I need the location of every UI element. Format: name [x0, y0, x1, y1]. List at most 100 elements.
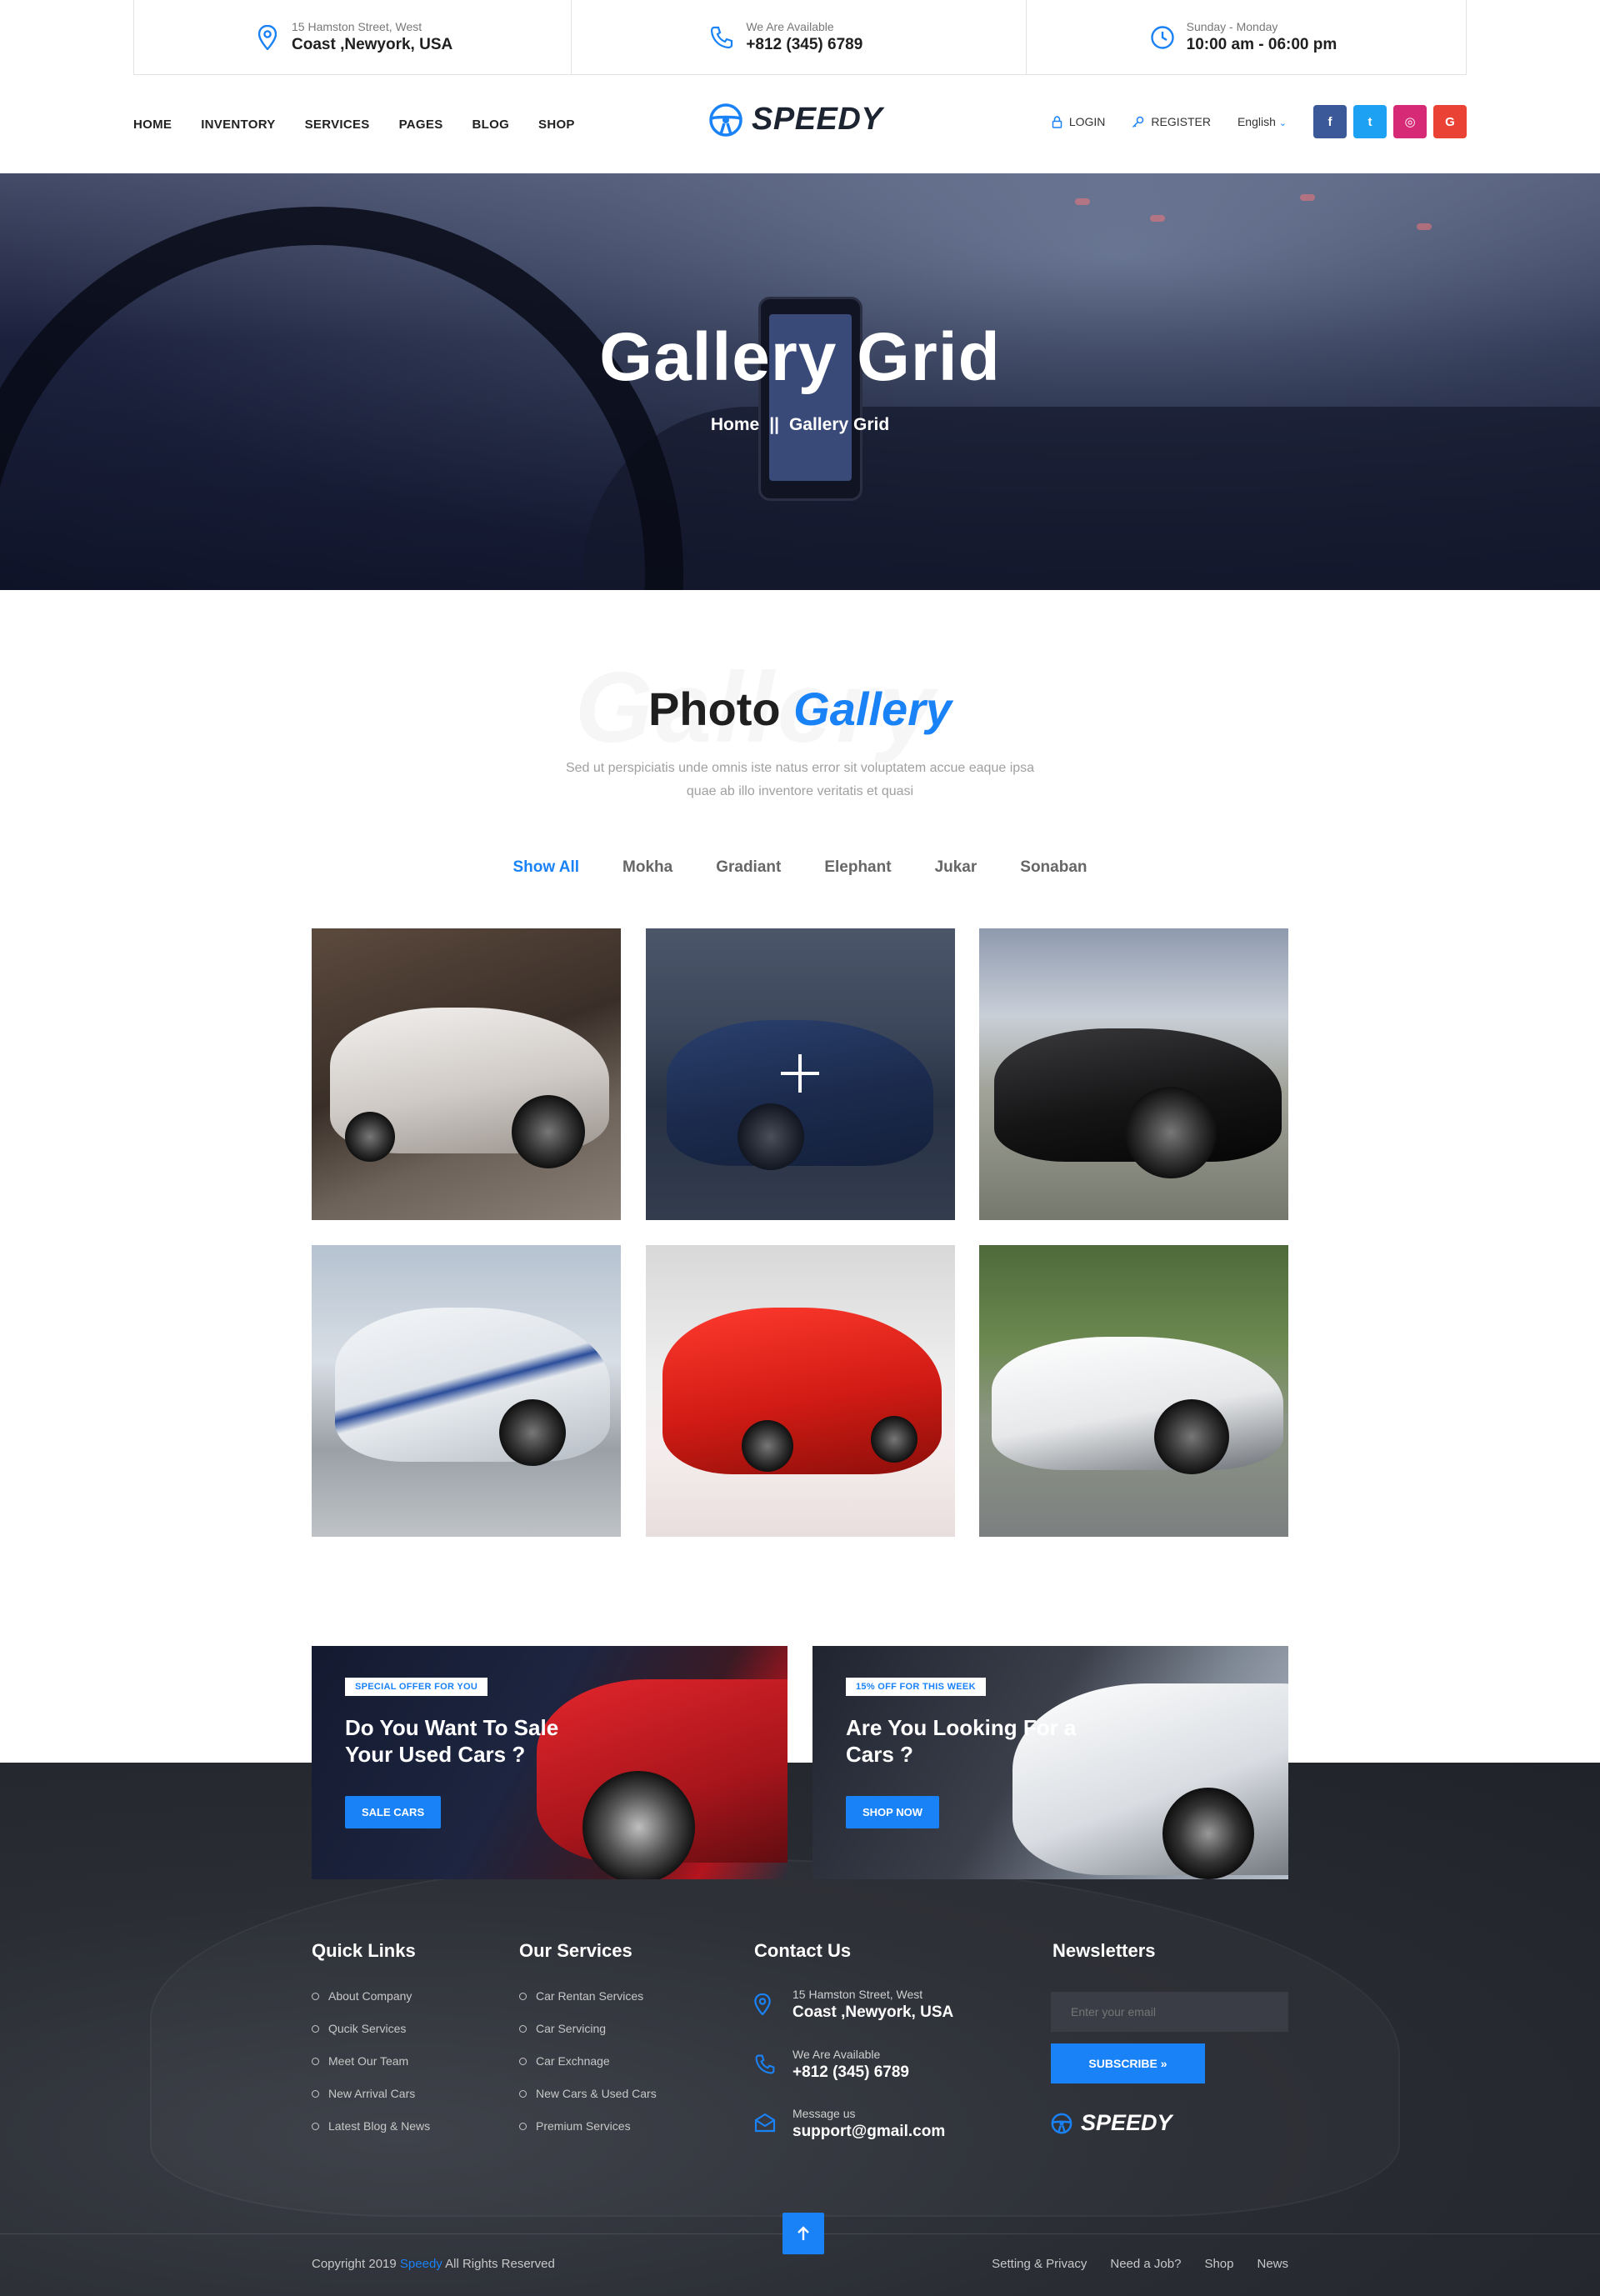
footer-link[interactable]: About Company	[312, 1980, 430, 2013]
menu-pages[interactable]: PAGES	[399, 118, 443, 132]
plus-icon[interactable]	[781, 1054, 819, 1093]
site-logo[interactable]: SPEEDY	[708, 102, 882, 138]
back-to-top-button[interactable]	[782, 2213, 824, 2254]
footer-link[interactable]: Latest Blog & News	[312, 2110, 430, 2143]
register-link[interactable]: REGISTER	[1132, 115, 1211, 128]
register-label: REGISTER	[1151, 115, 1211, 128]
footer-phone-number[interactable]: +812 (345) 6789	[792, 2062, 909, 2083]
menu-home[interactable]: HOME	[133, 118, 172, 132]
menu-shop[interactable]: SHOP	[538, 118, 575, 132]
footer-phone-small: We Are Available	[792, 2048, 881, 2061]
filter-gradiant[interactable]: Gradiant	[716, 858, 781, 877]
car-wheel-shape	[742, 1420, 793, 1472]
promo-wheel-shape	[1162, 1788, 1254, 1879]
phone-line-small: We Are Available	[746, 19, 834, 33]
phone-icon	[754, 2053, 779, 2079]
footer-quick-links: Quick Links About Company Qucik Services…	[312, 1940, 430, 2143]
footer-link[interactable]: Qucik Services	[312, 2013, 430, 2045]
hero-decor	[1150, 215, 1165, 222]
footer-link[interactable]: Car Servicing	[519, 2013, 657, 2045]
hours-time: 10:00 am - 06:00 pm	[1186, 35, 1338, 53]
copyright-brand-link[interactable]: Speedy	[400, 2257, 442, 2271]
filter-mokha[interactable]: Mokha	[622, 858, 672, 877]
page-hero: Gallery Grid Home || Gallery Grid	[0, 173, 1600, 590]
login-link[interactable]: LOGIN	[1052, 115, 1105, 128]
footer-logo[interactable]: SPEEDY	[1051, 2110, 1172, 2136]
menu-services[interactable]: SERVICES	[305, 118, 370, 132]
language-value: English	[1237, 115, 1276, 128]
footer-link[interactable]: Car Exchnage	[519, 2045, 657, 2078]
car-wheel-shape	[1125, 1087, 1217, 1178]
address-info: 15 Hamston Street, West Coast ,Newyork, …	[134, 0, 572, 74]
section-title: Photo Gallery	[0, 682, 1600, 736]
footer-link[interactable]: Meet Our Team	[312, 2045, 430, 2078]
footer-heading: Contact Us	[754, 1940, 852, 1961]
gallery-item[interactable]	[979, 928, 1288, 1220]
facebook-icon[interactable]: f	[1313, 105, 1347, 138]
footer-bottom-link[interactable]: Shop	[1204, 2257, 1233, 2271]
breadcrumb-separator: ||	[769, 415, 779, 434]
menu-blog[interactable]: BLOG	[472, 118, 510, 132]
footer-link[interactable]: New Arrival Cars	[312, 2078, 430, 2110]
footer-logo-text: SPEEDY	[1081, 2110, 1172, 2135]
promo-card-shop: 15% OFF FOR THIS WEEK Are You Looking Fo…	[812, 1646, 1288, 1879]
steering-wheel-icon	[1051, 2113, 1072, 2133]
gallery-filters: Show All Mokha Gradiant Elephant Jukar S…	[0, 858, 1600, 877]
filter-show-all[interactable]: Show All	[512, 858, 579, 877]
car-wheel-shape	[345, 1112, 395, 1162]
arrow-up-icon	[798, 2226, 809, 2240]
envelope-icon	[754, 2113, 779, 2137]
phone-number[interactable]: +812 (345) 6789	[746, 34, 862, 56]
footer-bottom-link[interactable]: Need a Job?	[1110, 2257, 1181, 2271]
steering-wheel-icon	[709, 103, 742, 137]
address-line-big: Coast ,Newyork, USA	[292, 35, 453, 53]
filter-jukar[interactable]: Jukar	[935, 858, 978, 877]
shop-now-button[interactable]: SHOP NOW	[846, 1796, 939, 1828]
footer-link[interactable]: Car Rentan Services	[519, 1980, 657, 2013]
gallery-item-hovered[interactable]	[646, 928, 955, 1220]
footer-heading: Quick Links	[312, 1940, 416, 1961]
newsletter-email-input[interactable]	[1051, 1992, 1288, 2032]
language-select[interactable]: English ⌄	[1238, 115, 1287, 128]
nav-actions: LOGIN REGISTER English ⌄ f t ◎ G	[1052, 105, 1467, 138]
hours-info: Sunday - Monday 10:00 am - 06:00 pm	[1027, 0, 1466, 74]
menu-inventory[interactable]: INVENTORY	[201, 118, 275, 132]
promo-card-sale: SPECIAL OFFER FOR YOU Do You Want To Sal…	[312, 1646, 788, 1879]
footer-newsletter: Newsletters	[1052, 1940, 1156, 1980]
google-icon[interactable]: G	[1433, 105, 1467, 138]
promo-tag: SPECIAL OFFER FOR YOU	[345, 1678, 488, 1696]
gallery-item[interactable]	[312, 1245, 621, 1537]
section-title-accent: Gallery	[793, 683, 952, 735]
phone-icon	[709, 25, 734, 50]
main-navigation: HOME INVENTORY SERVICES PAGES BLOG SHOP …	[133, 75, 1467, 173]
section-subtitle: Sed ut perspiciatis unde omnis iste natu…	[565, 761, 1035, 798]
gallery-item[interactable]	[979, 1245, 1288, 1537]
footer-heading: Our Services	[519, 1940, 632, 1961]
footer-email-small: Message us	[792, 2107, 856, 2120]
gallery-item[interactable]	[646, 1245, 955, 1537]
lock-icon	[1052, 115, 1062, 128]
promo-title: Are You Looking For a Cars ?	[846, 1715, 1077, 1767]
breadcrumb-home[interactable]: Home	[711, 415, 759, 434]
filter-elephant[interactable]: Elephant	[824, 858, 891, 877]
car-image-shape	[335, 1308, 610, 1462]
car-wheel-shape	[512, 1095, 585, 1168]
car-wheel-shape	[499, 1399, 566, 1466]
footer-link[interactable]: New Cars & Used Cars	[519, 2078, 657, 2110]
social-links: f t ◎ G	[1313, 105, 1467, 138]
footer-email-address[interactable]: support@gmail.com	[792, 2121, 945, 2143]
instagram-icon[interactable]: ◎	[1393, 105, 1427, 138]
subscribe-button[interactable]: SUBSCRIBE »	[1051, 2043, 1205, 2083]
filter-sonaban[interactable]: Sonaban	[1020, 858, 1087, 877]
footer-heading: Newsletters	[1052, 1940, 1156, 1961]
sale-cars-button[interactable]: SALE CARS	[345, 1796, 442, 1828]
twitter-icon[interactable]: t	[1353, 105, 1387, 138]
footer-bottom-link[interactable]: News	[1257, 2257, 1288, 2271]
copyright-suffix: All Rights Reserved	[445, 2257, 555, 2271]
footer-link[interactable]: Premium Services	[519, 2110, 657, 2143]
car-wheel-shape	[1154, 1399, 1229, 1474]
footer-bottom-link[interactable]: Setting & Privacy	[992, 2257, 1087, 2271]
hero-decor	[1300, 194, 1315, 201]
gallery-item[interactable]	[312, 928, 621, 1220]
hero-decor	[1417, 223, 1432, 230]
